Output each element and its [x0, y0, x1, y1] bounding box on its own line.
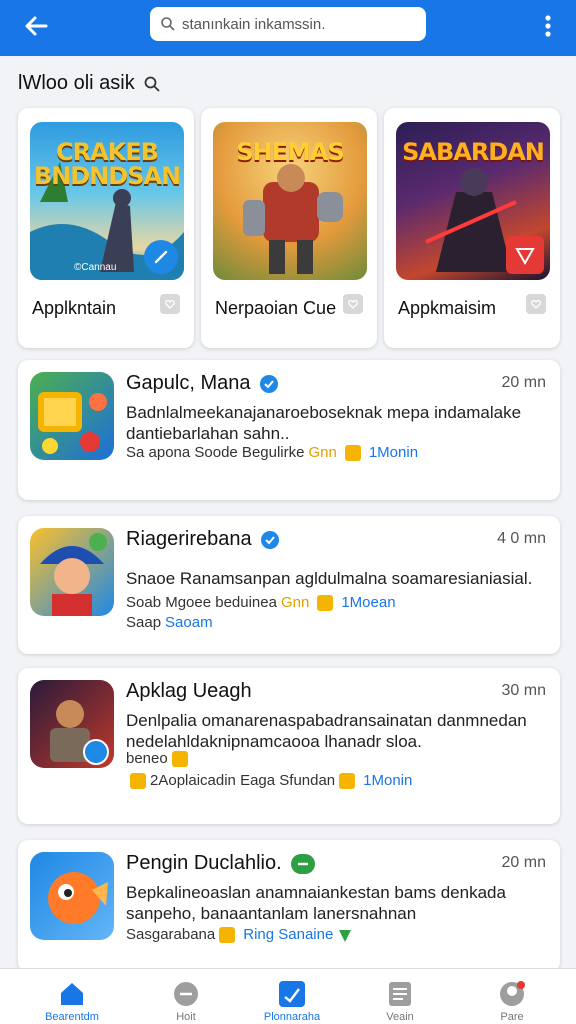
section-title: lWloo oli asik — [18, 72, 161, 95]
app-description: Bepkalineoaslan anamnaiankestan bams den… — [126, 883, 506, 923]
app-title-text: Apklag Ueagh — [126, 680, 252, 702]
meta-text: Sasgarabana — [126, 926, 216, 943]
app-thumbnail: SABARDAN — [396, 122, 550, 280]
thumb-title: SABARDAN — [402, 138, 545, 166]
app-thumbnail: CRAKEB BNDNDSAN ©Cannau — [30, 122, 184, 280]
thumb-caption: ©Cannau — [74, 262, 117, 273]
meta-text: Sa apona Soode Begulirke — [126, 444, 305, 461]
meta-badge: Gnn — [280, 594, 310, 611]
app-size: 30 mn — [501, 682, 546, 699]
coin-icon — [219, 926, 236, 943]
meta-text: 2Aoplaicadin Eaga Sfundan — [150, 772, 336, 789]
search-icon[interactable] — [143, 75, 161, 93]
chat-icon — [174, 982, 198, 1006]
nav-item-apps[interactable]: Plonnaraha — [252, 975, 332, 1023]
search-input[interactable]: stanınkain inkamssin. — [150, 7, 426, 41]
app-size: 20 mn — [501, 854, 546, 871]
app-list-item[interactable]: Gapulc, Mana 20 mn Badnlalmeekanajanaroe… — [18, 360, 560, 500]
app-title: Gapulc, Mana — [126, 372, 279, 395]
coin-icon — [339, 772, 356, 789]
app-meta: Sasgarabana Ring Sanaine — [126, 926, 353, 943]
app-title: Pengin Duclahlio. — [126, 852, 316, 875]
app-meta-tag: beneo — [126, 750, 192, 767]
coin-icon — [317, 594, 334, 611]
nav-label: Hoit — [176, 1011, 196, 1023]
app-list-item[interactable]: Pengin Duclahlio. 20 mn Bepkalineoaslan … — [18, 840, 560, 972]
meta-badge: Gnn — [308, 444, 337, 461]
app-title-text: Pengin Duclahlio. — [126, 852, 282, 874]
app-icon — [30, 372, 114, 460]
nav-label: Bearentdm — [45, 1011, 99, 1023]
meta-link[interactable]: 1Moean — [341, 594, 395, 611]
app-description: Denlpalia omanarenaspabadransainatan dan… — [126, 711, 527, 751]
nav-item-chat[interactable]: Hoit — [146, 975, 226, 1023]
app-title: Apklag Ueagh — [126, 680, 252, 703]
app-name: Nerpaoian Cue — [215, 298, 337, 318]
app-meta: Soab Mgoee beduinea Gnn 1Moean — [126, 594, 396, 611]
coin-icon — [344, 444, 361, 461]
app-title: Riagerirebana — [126, 528, 280, 551]
verified-badge-icon — [259, 374, 278, 393]
nav-item-profile[interactable]: Pare — [472, 975, 552, 1023]
bottom-navigation: Bearentdm Hoit Plonnaraha Veain Pare — [0, 968, 576, 1024]
back-arrow-icon[interactable] — [20, 10, 52, 42]
section-title-text: lWloo oli asik — [18, 72, 135, 94]
nav-item-home[interactable]: Bearentdm — [32, 975, 112, 1023]
app-size: 4 0 mn — [497, 530, 546, 547]
coin-icon — [130, 772, 146, 789]
app-name: Appkmaisim — [398, 298, 497, 318]
app-list-item[interactable]: Riagerirebana 4 0 mn Snaoe Ranamsanpan a… — [18, 516, 560, 654]
coin-icon — [171, 750, 188, 767]
apps-icon — [279, 981, 305, 1007]
search-icon — [161, 17, 175, 31]
meta-link[interactable]: Saoam — [165, 614, 213, 631]
app-title-text: Gapulc, Mana — [126, 372, 251, 394]
verified-badge-icon — [290, 853, 315, 874]
more-options-icon[interactable] — [536, 12, 560, 40]
meta-link[interactable]: 1Monin — [363, 772, 412, 789]
thumb-title: SHEMAS — [236, 138, 345, 166]
meta-text: Soab Mgoee beduinea — [126, 594, 277, 611]
app-meta-secondary: Saap Saoam — [126, 614, 213, 631]
meta-tag-text: beneo — [126, 750, 168, 767]
meta-link[interactable]: 1Monin — [369, 444, 418, 461]
library-icon — [389, 982, 411, 1006]
app-description: Snaoe Ranamsanpan agldulmalna soamaresia… — [126, 569, 533, 588]
meta-link[interactable]: Ring Sanaine — [243, 926, 333, 943]
app-name: Applkntain — [32, 298, 117, 318]
app-size: 20 mn — [501, 374, 546, 391]
app-list-item[interactable]: Apklag Ueagh 30 mn Denlpalia omanarenasp… — [18, 668, 560, 824]
app-icon — [30, 528, 114, 616]
shield-icon — [339, 929, 352, 942]
app-meta: Sa apona Soode Begulirke Gnn 1Monin — [126, 444, 418, 461]
nav-label: Pare — [500, 1011, 524, 1023]
profile-icon — [500, 981, 525, 1006]
app-description: Badnlalmeekanajanaroeboseknak mepa indam… — [126, 403, 522, 443]
featured-apps-row: CRAKEB BNDNDSAN ©Cannau Applkntain SHEMA… — [18, 108, 560, 348]
nav-label: Veain — [386, 1011, 414, 1023]
meta-text: Saap — [126, 614, 162, 631]
app-icon — [30, 852, 114, 940]
featured-app-card[interactable]: CRAKEB BNDNDSAN ©Cannau Applkntain — [18, 108, 194, 348]
favorite-icon[interactable] — [160, 294, 180, 314]
verified-badge-icon — [260, 530, 279, 549]
favorite-icon[interactable] — [526, 294, 546, 314]
rank-badge-icon — [506, 236, 544, 274]
nav-label: Plonnaraha — [263, 1011, 321, 1023]
app-icon — [30, 680, 114, 768]
app-title-text: Riagerirebana — [126, 528, 252, 550]
home-icon — [61, 983, 83, 1005]
featured-app-card[interactable]: SABARDAN Appkmaisim — [384, 108, 560, 348]
favorite-icon[interactable] — [343, 294, 363, 314]
top-app-bar: stanınkain inkamssin. — [0, 0, 576, 56]
nav-item-library[interactable]: Veain — [360, 975, 440, 1023]
edit-badge-icon[interactable] — [144, 240, 178, 274]
app-thumbnail: SHEMAS — [213, 122, 367, 280]
thumb-title: CRAKEB BNDNDSAN — [33, 138, 181, 190]
app-meta: 2Aoplaicadin Eaga Sfundan 1Monin — [126, 772, 412, 789]
featured-app-card[interactable]: SHEMAS Nerpaoian Cue — [201, 108, 377, 348]
search-text: stanınkain inkamssin. — [182, 15, 326, 33]
